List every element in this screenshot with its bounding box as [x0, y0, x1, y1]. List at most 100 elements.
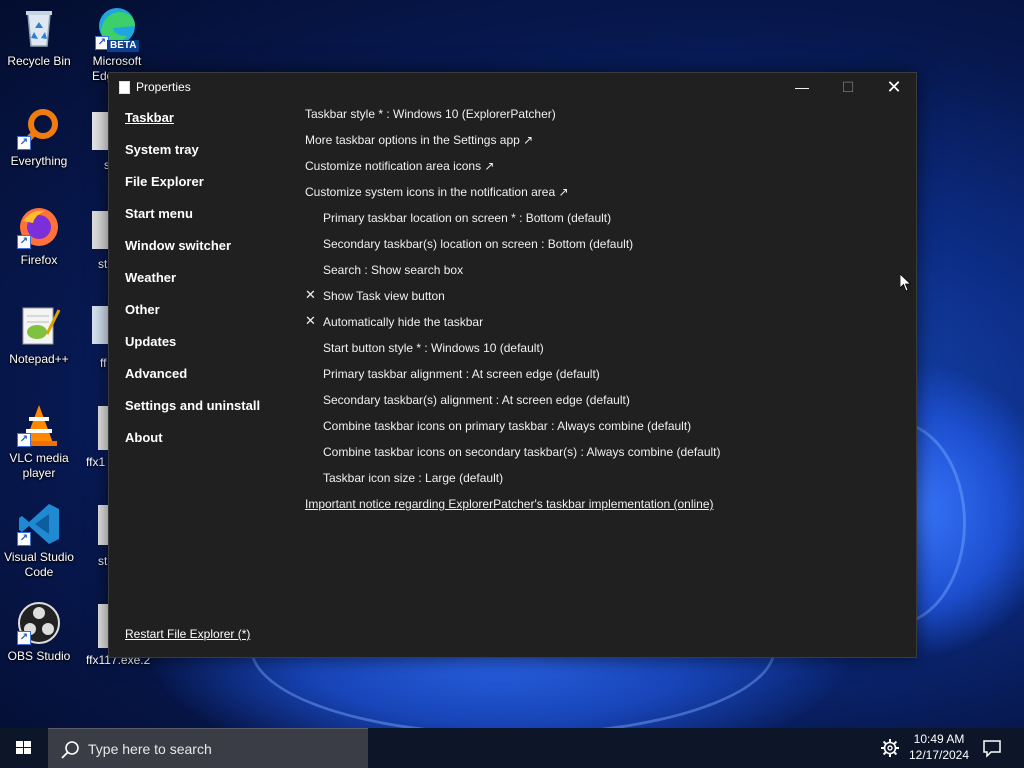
desktop-icon-label: Recycle Bin — [7, 54, 71, 68]
properties-window: Properties — ☐ ✕ Taskbar System tray Fil… — [108, 72, 917, 658]
toggle-auto-hide-taskbar[interactable]: ✕ Automatically hide the taskbar — [305, 313, 905, 340]
taskbar-search-box[interactable]: Type here to search — [48, 728, 368, 768]
notepad-plus-plus-icon — [17, 304, 61, 348]
minimize-button[interactable]: — — [779, 73, 825, 101]
restart-explorer-link[interactable]: Restart File Explorer (*) — [125, 627, 250, 641]
desktop-icon-label: ff — [100, 356, 107, 370]
windows-logo-icon — [16, 741, 32, 755]
shortcut-arrow-icon: ↗ — [17, 136, 31, 150]
setting-label: Combine taskbar icons on primary taskbar… — [323, 419, 692, 433]
setting-label: Taskbar style * : Windows 10 (ExplorerPa… — [305, 107, 556, 121]
link-customize-notification-icons[interactable]: Customize notification area icons ↗ — [305, 158, 905, 184]
setting-combine-secondary[interactable]: Combine taskbar icons on secondary taskb… — [305, 444, 905, 470]
setting-primary-taskbar-location[interactable]: Primary taskbar location on screen * : B… — [305, 210, 905, 236]
desktop-icon-label: OBS Studio — [7, 649, 71, 663]
sidebar-item-other[interactable]: Other — [125, 301, 295, 333]
clock-date: 12/17/2024 — [908, 748, 970, 762]
desktop-icon-vlc[interactable]: ↗ VLC media player — [0, 403, 78, 481]
setting-label: Customize system icons in the notificati… — [305, 185, 569, 199]
search-icon — [61, 741, 79, 759]
sidebar-item-window-switcher[interactable]: Window switcher — [125, 237, 295, 269]
file-icon[interactable] — [98, 505, 108, 545]
file-icon[interactable] — [92, 211, 108, 249]
setting-combine-primary[interactable]: Combine taskbar icons on primary taskbar… — [305, 418, 905, 444]
desktop-icon-everything[interactable]: ↗ Everything — [0, 106, 78, 169]
shortcut-arrow-icon: ↗ — [17, 631, 31, 645]
file-icon[interactable] — [92, 112, 108, 150]
vlc-icon: ↗ — [17, 403, 61, 447]
notification-icon[interactable] — [982, 738, 1002, 758]
desktop-icon-label: st — [98, 554, 108, 568]
setting-primary-taskbar-alignment[interactable]: Primary taskbar alignment : At screen ed… — [305, 366, 905, 392]
setting-label: Important notice regarding ExplorerPatch… — [305, 497, 714, 511]
installer-icon[interactable] — [92, 306, 108, 344]
recycle-bin-icon — [17, 6, 61, 50]
setting-label: Show Task view button — [323, 289, 445, 303]
desktop-icon-obs[interactable]: ↗ OBS Studio — [0, 601, 78, 664]
setting-taskbar-icon-size[interactable]: Taskbar icon size : Large (default) — [305, 470, 905, 496]
sidebar-item-about[interactable]: About — [125, 429, 295, 461]
sidebar-item-settings-uninstall[interactable]: Settings and uninstall — [125, 397, 295, 429]
everything-icon: ↗ — [17, 106, 61, 150]
desktop-icon-label: Firefox — [20, 253, 58, 267]
desktop-icon-label: st — [98, 257, 108, 271]
desktop-icon-notepad-plus-plus[interactable]: Notepad++ — [0, 304, 78, 367]
checkmark-icon: ✕ — [305, 313, 316, 328]
start-button[interactable] — [0, 728, 48, 768]
close-button[interactable]: ✕ — [871, 73, 917, 101]
sidebar-item-weather[interactable]: Weather — [125, 269, 295, 301]
firefox-icon: ↗ — [17, 205, 61, 249]
vscode-icon: ↗ — [17, 502, 61, 546]
setting-secondary-taskbar-location[interactable]: Secondary taskbar(s) location on screen … — [305, 236, 905, 262]
file-icon[interactable] — [98, 406, 108, 450]
setting-label: Primary taskbar alignment : At screen ed… — [323, 367, 600, 381]
shortcut-arrow-icon: ↗ — [17, 532, 31, 546]
desktop-icon-label: VLC media player — [9, 451, 69, 480]
setting-label: Automatically hide the taskbar — [323, 315, 484, 329]
sidebar-item-updates[interactable]: Updates — [125, 333, 295, 365]
sidebar-item-start-menu[interactable]: Start menu — [125, 205, 295, 237]
sidebar-item-file-explorer[interactable]: File Explorer — [125, 173, 295, 205]
search-placeholder: Type here to search — [88, 741, 212, 757]
toggle-show-task-view[interactable]: ✕ Show Task view button — [305, 287, 905, 314]
checkmark-icon: ✕ — [305, 287, 316, 302]
desktop-icon-label: Microsoft — [92, 54, 142, 68]
link-important-notice[interactable]: Important notice regarding ExplorerPatch… — [305, 496, 905, 522]
window-title: Properties — [136, 80, 191, 94]
desktop-icon-label: Everything — [10, 154, 68, 168]
link-customize-system-icons[interactable]: Customize system icons in the notificati… — [305, 184, 905, 210]
sidebar-item-advanced[interactable]: Advanced — [125, 365, 295, 397]
setting-start-button-style[interactable]: Start button style * : Windows 10 (defau… — [305, 340, 905, 366]
setting-label: More taskbar options in the Settings app… — [305, 133, 534, 147]
sidebar-item-system-tray[interactable]: System tray — [125, 141, 295, 173]
sidebar-item-taskbar[interactable]: Taskbar — [125, 109, 295, 141]
taskbar-clock[interactable]: 10:49 AM 12/17/2024 — [902, 731, 976, 763]
gear-icon[interactable] — [880, 738, 900, 758]
maximize-button[interactable]: ☐ — [825, 73, 871, 101]
setting-taskbar-style[interactable]: Taskbar style * : Windows 10 (ExplorerPa… — [305, 106, 905, 132]
beta-badge: BETA — [107, 40, 140, 52]
setting-label: Combine taskbar icons on secondary taskb… — [323, 445, 721, 459]
obs-icon: ↗ — [17, 601, 61, 645]
setting-search[interactable]: Search : Show search box — [305, 262, 905, 288]
setting-label: Customize notification area icons ↗ — [305, 159, 495, 173]
setting-label: Secondary taskbar(s) location on screen … — [323, 237, 634, 251]
link-more-taskbar-options[interactable]: More taskbar options in the Settings app… — [305, 132, 905, 158]
desktop-icon-recycle-bin[interactable]: Recycle Bin — [0, 6, 78, 69]
desktop-icon-label: Visual Studio Code — [4, 550, 74, 579]
edge-icon: ↗ BETA — [95, 6, 140, 52]
shortcut-arrow-icon: ↗ — [17, 235, 31, 249]
desktop-icon-vscode[interactable]: ↗ Visual Studio Code — [0, 502, 78, 580]
desktop-icon-firefox[interactable]: ↗ Firefox — [0, 205, 78, 268]
file-icon[interactable] — [98, 604, 108, 648]
setting-label: Taskbar icon size : Large (default) — [323, 471, 504, 485]
title-bar[interactable]: Properties — ☐ ✕ — [109, 73, 916, 101]
settings-list: Taskbar style * : Windows 10 (ExplorerPa… — [305, 106, 905, 522]
setting-label: Start button style * : Windows 10 (defau… — [323, 341, 544, 355]
setting-label: Secondary taskbar(s) alignment : At scre… — [323, 393, 630, 407]
shortcut-arrow-icon: ↗ — [17, 433, 31, 447]
mouse-cursor-icon — [900, 274, 912, 292]
setting-label: Primary taskbar location on screen * : B… — [323, 211, 612, 225]
setting-secondary-taskbar-alignment[interactable]: Secondary taskbar(s) alignment : At scre… — [305, 392, 905, 418]
app-icon — [119, 81, 130, 94]
